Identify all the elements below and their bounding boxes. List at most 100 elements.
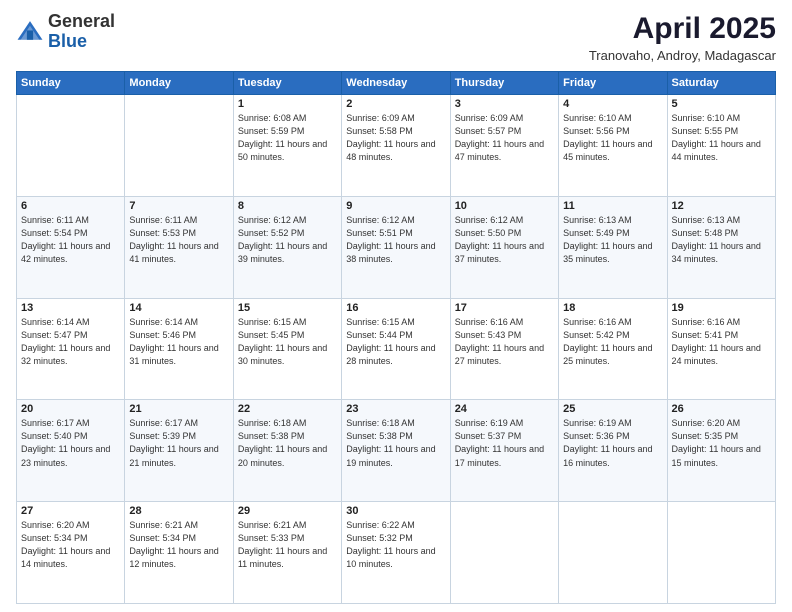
day-number: 30 [346, 505, 445, 517]
calendar-week-row: 20 Sunrise: 6:17 AM Sunset: 5:40 PM Dayli… [17, 400, 776, 502]
logo-icon [16, 18, 44, 46]
day-info: Sunrise: 6:17 AM Sunset: 5:39 PM Dayligh… [129, 417, 228, 469]
calendar-day-cell: 12Sunrise: 6:13 AM Sunset: 5:48 PM Dayli… [667, 196, 775, 298]
calendar-day-cell: 18 Sunrise: 6:16 AM Sunset: 5:42 PM Dayli… [559, 298, 667, 400]
calendar-day-cell: 22 Sunrise: 6:18 AM Sunset: 5:38 PM Dayli… [233, 400, 341, 502]
month-year: April 2025 [589, 12, 776, 46]
day-info: Sunrise: 6:12 AM Sunset: 5:52 PM Dayligh… [238, 214, 337, 266]
day-number: 8 [238, 200, 337, 212]
calendar-day-cell: 14Sunrise: 6:14 AM Sunset: 5:46 PM Dayli… [125, 298, 233, 400]
title-block: April 2025 Tranovaho, Androy, Madagascar [589, 12, 776, 63]
day-number: 12 [672, 200, 771, 212]
calendar-day-cell: 8 Sunrise: 6:12 AM Sunset: 5:52 PM Daylig… [233, 196, 341, 298]
day-number: 15 [238, 302, 337, 314]
header: General Blue April 2025 Tranovaho, Andro… [16, 12, 776, 63]
calendar-day-cell: 11 Sunrise: 6:13 AM Sunset: 5:49 PM Dayli… [559, 196, 667, 298]
day-number: 9 [346, 200, 445, 212]
day-number: 27 [21, 505, 120, 517]
day-number: 1 [238, 98, 337, 110]
calendar-week-row: 1 Sunrise: 6:08 AM Sunset: 5:59 PM Daylig… [17, 95, 776, 197]
day-of-week-header: Friday [559, 72, 667, 95]
logo-general-text: General [48, 11, 115, 31]
day-info: Sunrise: 6:14 AM Sunset: 5:46 PM Dayligh… [129, 316, 228, 368]
day-number: 13 [21, 302, 120, 314]
day-info: Sunrise: 6:09 AM Sunset: 5:58 PM Dayligh… [346, 112, 445, 164]
calendar-day-cell: 28 Sunrise: 6:21 AM Sunset: 5:34 PM Dayli… [125, 502, 233, 604]
calendar-day-cell: 2 Sunrise: 6:09 AM Sunset: 5:58 PM Daylig… [342, 95, 450, 197]
day-number: 11 [563, 200, 662, 212]
calendar-day-cell: 5 Sunrise: 6:10 AM Sunset: 5:55 PM Daylig… [667, 95, 775, 197]
page: General Blue April 2025 Tranovaho, Andro… [0, 0, 792, 612]
day-number: 18 [563, 302, 662, 314]
calendar-day-cell: 1 Sunrise: 6:08 AM Sunset: 5:59 PM Daylig… [233, 95, 341, 197]
calendar-day-cell: 27Sunrise: 6:20 AM Sunset: 5:34 PM Dayli… [17, 502, 125, 604]
calendar-day-cell: 13 Sunrise: 6:14 AM Sunset: 5:47 PM Dayli… [17, 298, 125, 400]
day-number: 6 [21, 200, 120, 212]
day-info: Sunrise: 6:12 AM Sunset: 5:51 PM Dayligh… [346, 214, 445, 266]
day-number: 16 [346, 302, 445, 314]
day-of-week-header: Sunday [17, 72, 125, 95]
calendar-header-row: SundayMondayTuesdayWednesdayThursdayFrid… [17, 72, 776, 95]
day-info: Sunrise: 6:20 AM Sunset: 5:35 PM Dayligh… [672, 417, 771, 469]
calendar-week-row: 6Sunrise: 6:11 AM Sunset: 5:54 PM Daylig… [17, 196, 776, 298]
day-number: 17 [455, 302, 554, 314]
day-info: Sunrise: 6:18 AM Sunset: 5:38 PM Dayligh… [238, 417, 337, 469]
day-info: Sunrise: 6:15 AM Sunset: 5:45 PM Dayligh… [238, 316, 337, 368]
day-info: Sunrise: 6:13 AM Sunset: 5:49 PM Dayligh… [563, 214, 662, 266]
day-info: Sunrise: 6:15 AM Sunset: 5:44 PM Dayligh… [346, 316, 445, 368]
calendar-day-cell: 23 Sunrise: 6:18 AM Sunset: 5:38 PM Dayli… [342, 400, 450, 502]
calendar-day-cell: 6Sunrise: 6:11 AM Sunset: 5:54 PM Daylig… [17, 196, 125, 298]
calendar-week-row: 27Sunrise: 6:20 AM Sunset: 5:34 PM Dayli… [17, 502, 776, 604]
logo: General Blue [16, 12, 115, 52]
day-number: 20 [21, 403, 120, 415]
calendar-day-cell: 9 Sunrise: 6:12 AM Sunset: 5:51 PM Daylig… [342, 196, 450, 298]
day-number: 29 [238, 505, 337, 517]
day-number: 2 [346, 98, 445, 110]
day-info: Sunrise: 6:22 AM Sunset: 5:32 PM Dayligh… [346, 519, 445, 571]
calendar-day-cell: 29 Sunrise: 6:21 AM Sunset: 5:33 PM Dayli… [233, 502, 341, 604]
day-number: 19 [672, 302, 771, 314]
day-info: Sunrise: 6:08 AM Sunset: 5:59 PM Dayligh… [238, 112, 337, 164]
day-number: 10 [455, 200, 554, 212]
day-info: Sunrise: 6:16 AM Sunset: 5:43 PM Dayligh… [455, 316, 554, 368]
calendar-day-cell: 3Sunrise: 6:09 AM Sunset: 5:57 PM Daylig… [450, 95, 558, 197]
day-number: 7 [129, 200, 228, 212]
day-of-week-header: Saturday [667, 72, 775, 95]
day-info: Sunrise: 6:10 AM Sunset: 5:55 PM Dayligh… [672, 112, 771, 164]
calendar-day-cell: 17 Sunrise: 6:16 AM Sunset: 5:43 PM Dayli… [450, 298, 558, 400]
calendar-day-cell: 15 Sunrise: 6:15 AM Sunset: 5:45 PM Dayli… [233, 298, 341, 400]
day-number: 3 [455, 98, 554, 110]
calendar-week-row: 13 Sunrise: 6:14 AM Sunset: 5:47 PM Dayli… [17, 298, 776, 400]
day-number: 5 [672, 98, 771, 110]
calendar-day-cell [125, 95, 233, 197]
calendar-day-cell: 7Sunrise: 6:11 AM Sunset: 5:53 PM Daylig… [125, 196, 233, 298]
day-info: Sunrise: 6:12 AM Sunset: 5:50 PM Dayligh… [455, 214, 554, 266]
day-number: 22 [238, 403, 337, 415]
day-info: Sunrise: 6:17 AM Sunset: 5:40 PM Dayligh… [21, 417, 120, 469]
calendar: SundayMondayTuesdayWednesdayThursdayFrid… [16, 71, 776, 604]
calendar-day-cell: 4 Sunrise: 6:10 AM Sunset: 5:56 PM Daylig… [559, 95, 667, 197]
day-number: 23 [346, 403, 445, 415]
calendar-day-cell [667, 502, 775, 604]
location: Tranovaho, Androy, Madagascar [589, 48, 776, 63]
day-info: Sunrise: 6:21 AM Sunset: 5:34 PM Dayligh… [129, 519, 228, 571]
day-number: 21 [129, 403, 228, 415]
day-of-week-header: Thursday [450, 72, 558, 95]
logo-text: General Blue [48, 12, 115, 52]
day-number: 28 [129, 505, 228, 517]
day-info: Sunrise: 6:21 AM Sunset: 5:33 PM Dayligh… [238, 519, 337, 571]
day-info: Sunrise: 6:16 AM Sunset: 5:42 PM Dayligh… [563, 316, 662, 368]
day-info: Sunrise: 6:19 AM Sunset: 5:36 PM Dayligh… [563, 417, 662, 469]
calendar-day-cell: 25Sunrise: 6:19 AM Sunset: 5:36 PM Dayli… [559, 400, 667, 502]
day-of-week-header: Tuesday [233, 72, 341, 95]
calendar-day-cell: 30 Sunrise: 6:22 AM Sunset: 5:32 PM Dayli… [342, 502, 450, 604]
day-info: Sunrise: 6:19 AM Sunset: 5:37 PM Dayligh… [455, 417, 554, 469]
day-number: 4 [563, 98, 662, 110]
day-info: Sunrise: 6:14 AM Sunset: 5:47 PM Dayligh… [21, 316, 120, 368]
day-info: Sunrise: 6:10 AM Sunset: 5:56 PM Dayligh… [563, 112, 662, 164]
calendar-day-cell: 26 Sunrise: 6:20 AM Sunset: 5:35 PM Dayli… [667, 400, 775, 502]
day-number: 26 [672, 403, 771, 415]
day-number: 24 [455, 403, 554, 415]
day-info: Sunrise: 6:18 AM Sunset: 5:38 PM Dayligh… [346, 417, 445, 469]
calendar-day-cell: 21 Sunrise: 6:17 AM Sunset: 5:39 PM Dayli… [125, 400, 233, 502]
